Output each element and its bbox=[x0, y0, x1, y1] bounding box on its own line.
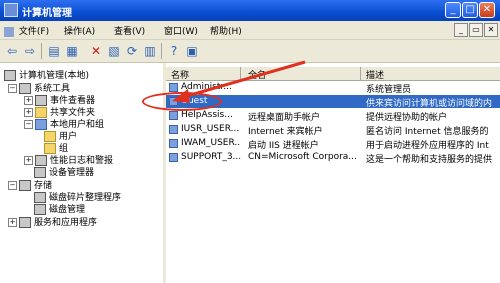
collapse-icon[interactable]: − bbox=[24, 120, 33, 129]
list-item[interactable]: SUPPORT_3... CN=Microsoft Corpora... 这是一… bbox=[166, 151, 500, 165]
console-tree: 计算机管理(本地) − 系统工具 + 事件查看器 + 共享文件夹 − 本地用户和组 用户… bbox=[0, 63, 166, 283]
collapse-icon[interactable]: − bbox=[8, 181, 17, 190]
disabled-user-icon bbox=[169, 97, 178, 106]
tree-groups[interactable]: 组 bbox=[44, 141, 68, 154]
tree-system-tools[interactable]: − 系统工具 bbox=[8, 81, 70, 94]
computer-management-icon bbox=[4, 3, 18, 17]
tree-services-apps[interactable]: + 服务和应用程序 bbox=[8, 215, 97, 228]
storage-icon bbox=[19, 180, 31, 191]
expand-icon[interactable]: + bbox=[24, 96, 33, 105]
child-window-controls: _ ▭ ✕ bbox=[453, 23, 498, 37]
delete-icon[interactable]: ✕ bbox=[88, 43, 104, 59]
list-header: 名称 全名 描述 bbox=[166, 67, 500, 81]
user-icon bbox=[169, 139, 178, 148]
toolbar: ⇦ ⇨ ▤ ▦ ✕ ▧ ⟳ ▥ ? ▣ bbox=[0, 40, 500, 63]
child-close-button[interactable]: ✕ bbox=[484, 23, 498, 37]
menu-file[interactable]: 文件(F) bbox=[19, 27, 49, 37]
tree-local-users-groups[interactable]: − 本地用户和组 bbox=[24, 117, 104, 130]
collapse-icon[interactable]: − bbox=[8, 84, 17, 93]
tree-perf-logs[interactable]: + 性能日志和警报 bbox=[24, 153, 113, 166]
title-bar: 计算机管理 _ □ ✕ bbox=[0, 0, 500, 21]
menu-window[interactable]: 窗口(W) bbox=[164, 24, 198, 37]
column-header-description[interactable]: 描述 bbox=[366, 68, 384, 81]
tree-event-viewer[interactable]: + 事件查看器 bbox=[24, 93, 95, 106]
maximize-button[interactable]: □ bbox=[462, 2, 478, 18]
list-item[interactable]: Guest 供来宾访问计算机或访问域的内 bbox=[166, 95, 500, 109]
tree-users[interactable]: 用户 bbox=[44, 129, 77, 142]
expand-icon[interactable]: + bbox=[24, 156, 33, 165]
list-item[interactable]: IWAM_USER... 启动 IIS 进程帐户 用于启动进程外应用程序的 In… bbox=[166, 137, 500, 151]
tree-defrag[interactable]: 磁盘碎片整理程序 bbox=[34, 190, 121, 203]
tree-shared-folders[interactable]: + 共享文件夹 bbox=[24, 105, 95, 118]
back-arrow-icon[interactable]: ⇦ bbox=[4, 43, 20, 59]
user-icon bbox=[169, 111, 178, 120]
list-item[interactable]: Administr... 系统管理员 bbox=[166, 81, 500, 95]
column-header-fullname[interactable]: 全名 bbox=[248, 68, 266, 81]
mmc-icon[interactable]: ▣ bbox=[184, 43, 200, 59]
minimize-button[interactable]: _ bbox=[445, 2, 461, 18]
help-icon[interactable]: ? bbox=[166, 43, 182, 59]
properties-icon[interactable]: ▧ bbox=[106, 43, 122, 59]
device-manager-icon bbox=[34, 167, 46, 178]
list-item[interactable]: IUSR_USER... Internet 来宾帐户 匿名访问 Internet… bbox=[166, 123, 500, 137]
column-divider[interactable] bbox=[240, 67, 241, 80]
menu-icon bbox=[4, 26, 14, 37]
child-minimize-button[interactable]: _ bbox=[454, 23, 468, 37]
computer-icon bbox=[4, 70, 16, 81]
expand-icon[interactable]: + bbox=[24, 108, 33, 117]
forward-arrow-icon[interactable]: ⇨ bbox=[22, 43, 38, 59]
tree-storage[interactable]: − 存储 bbox=[8, 178, 52, 191]
user-icon bbox=[169, 125, 178, 134]
menu-help[interactable]: 帮助(H) bbox=[210, 24, 242, 37]
user-icon bbox=[169, 83, 178, 92]
user-list-pane: 名称 全名 描述 Administr... 系统管理员 Guest 供来宾访问计… bbox=[166, 63, 500, 283]
services-icon bbox=[19, 217, 31, 228]
expand-icon[interactable]: + bbox=[8, 218, 17, 227]
disk-icon bbox=[34, 204, 46, 215]
user-icon bbox=[169, 153, 178, 162]
close-button[interactable]: ✕ bbox=[479, 2, 495, 18]
menu-view[interactable]: 查看(V) bbox=[114, 24, 145, 37]
refresh-icon[interactable]: ⟳ bbox=[124, 43, 140, 59]
column-divider[interactable] bbox=[360, 67, 361, 80]
tree-root[interactable]: 计算机管理(本地) bbox=[4, 68, 89, 81]
menu-action[interactable]: 操作(A) bbox=[64, 24, 95, 37]
tree-disk-management[interactable]: 磁盘管理 bbox=[34, 202, 85, 215]
console-tree-icon[interactable]: ▦ bbox=[64, 43, 80, 59]
tree-device-manager[interactable]: 设备管理器 bbox=[34, 165, 94, 178]
up-folder-icon[interactable]: ▤ bbox=[46, 43, 62, 59]
export-list-icon[interactable]: ▥ bbox=[142, 43, 158, 59]
child-restore-button[interactable]: ▭ bbox=[469, 23, 483, 37]
column-header-name[interactable]: 名称 bbox=[171, 68, 189, 81]
window-title: 计算机管理 bbox=[22, 8, 72, 19]
menu-bar: 文件(F) 操作(A) 查看(V) 窗口(W) 帮助(H) _ ▭ ✕ bbox=[0, 21, 500, 40]
list-item[interactable]: HelpAssis... 远程桌面助手帐户 提供远程协助的帐户 bbox=[166, 109, 500, 123]
toolbar-separator bbox=[41, 43, 42, 59]
toolbar-separator bbox=[161, 43, 162, 59]
